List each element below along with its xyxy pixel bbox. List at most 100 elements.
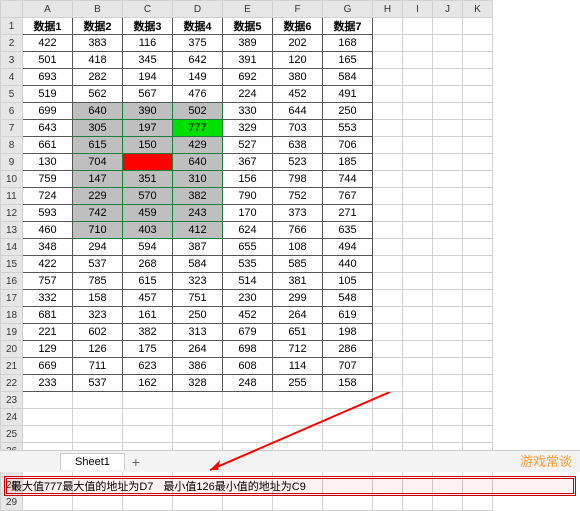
col-header[interactable]: J: [433, 1, 463, 18]
cell[interactable]: 459: [123, 205, 173, 222]
cell[interactable]: [463, 205, 493, 222]
cell[interactable]: 593: [23, 205, 73, 222]
cell[interactable]: 299: [273, 290, 323, 307]
cell[interactable]: 692: [223, 69, 273, 86]
cell[interactable]: 752: [273, 188, 323, 205]
cell[interactable]: 162: [123, 375, 173, 392]
cell[interactable]: [403, 341, 433, 358]
cell[interactable]: [433, 35, 463, 52]
cell[interactable]: 790: [223, 188, 273, 205]
cell[interactable]: 608: [223, 358, 273, 375]
row-header[interactable]: 10: [1, 171, 23, 188]
sheet-tab[interactable]: Sheet1: [60, 453, 125, 470]
cell[interactable]: [73, 426, 123, 443]
row-header[interactable]: 6: [1, 103, 23, 120]
cell[interactable]: [463, 256, 493, 273]
cell[interactable]: [403, 171, 433, 188]
cell[interactable]: 757: [23, 273, 73, 290]
cell[interactable]: [433, 120, 463, 137]
cell[interactable]: 116: [123, 35, 173, 52]
cell[interactable]: 602: [73, 324, 123, 341]
cell[interactable]: 332: [23, 290, 73, 307]
cell[interactable]: [123, 409, 173, 426]
cell[interactable]: [273, 494, 323, 511]
row-header[interactable]: 12: [1, 205, 23, 222]
col-header[interactable]: D: [173, 1, 223, 18]
cell[interactable]: [373, 307, 403, 324]
row-header[interactable]: 1: [1, 18, 23, 35]
cell[interactable]: [373, 341, 403, 358]
cell[interactable]: [403, 494, 433, 511]
cell[interactable]: 305: [73, 120, 123, 137]
cell[interactable]: [463, 69, 493, 86]
cell[interactable]: 323: [73, 307, 123, 324]
cell[interactable]: [403, 35, 433, 52]
cell[interactable]: 440: [323, 256, 373, 273]
row-header[interactable]: 2: [1, 35, 23, 52]
cell[interactable]: 584: [323, 69, 373, 86]
cell[interactable]: [323, 392, 373, 409]
cell[interactable]: [403, 324, 433, 341]
cell[interactable]: [433, 239, 463, 256]
cell[interactable]: [373, 324, 403, 341]
cell[interactable]: [373, 35, 403, 52]
cell[interactable]: 313: [173, 324, 223, 341]
cell[interactable]: [403, 239, 433, 256]
cell[interactable]: 704: [73, 154, 123, 171]
col-header[interactable]: K: [463, 1, 493, 18]
cell[interactable]: [403, 426, 433, 443]
cell[interactable]: [433, 375, 463, 392]
cell[interactable]: [463, 239, 493, 256]
cell[interactable]: [433, 103, 463, 120]
cell[interactable]: [373, 494, 403, 511]
cell[interactable]: 286: [323, 341, 373, 358]
cell[interactable]: [373, 86, 403, 103]
cell[interactable]: [403, 307, 433, 324]
cell[interactable]: 282: [73, 69, 123, 86]
cell[interactable]: 767: [323, 188, 373, 205]
cell[interactable]: [173, 426, 223, 443]
cell[interactable]: [433, 222, 463, 239]
cell[interactable]: 494: [323, 239, 373, 256]
row-header[interactable]: 24: [1, 409, 23, 426]
cell[interactable]: [433, 307, 463, 324]
cell[interactable]: 389: [223, 35, 273, 52]
cell[interactable]: 623: [123, 358, 173, 375]
cell[interactable]: 514: [223, 273, 273, 290]
row-header[interactable]: 7: [1, 120, 23, 137]
cell[interactable]: [463, 392, 493, 409]
cell[interactable]: [403, 120, 433, 137]
cell[interactable]: [173, 494, 223, 511]
cell[interactable]: [403, 69, 433, 86]
cell[interactable]: 345: [123, 52, 173, 69]
cell[interactable]: 数据4: [173, 18, 223, 35]
cell[interactable]: 数据3: [123, 18, 173, 35]
cell[interactable]: [323, 409, 373, 426]
cell[interactable]: 294: [73, 239, 123, 256]
cell[interactable]: [463, 307, 493, 324]
row-header[interactable]: 25: [1, 426, 23, 443]
cell[interactable]: [433, 171, 463, 188]
cell[interactable]: [223, 426, 273, 443]
cell[interactable]: [463, 426, 493, 443]
cell[interactable]: [373, 154, 403, 171]
cell[interactable]: [433, 154, 463, 171]
cell[interactable]: 233: [23, 375, 73, 392]
cell[interactable]: 519: [23, 86, 73, 103]
cell[interactable]: [23, 494, 73, 511]
row-header[interactable]: 4: [1, 69, 23, 86]
cell[interactable]: 271: [323, 205, 373, 222]
cell[interactable]: 422: [23, 35, 73, 52]
row-header[interactable]: 21: [1, 358, 23, 375]
cell[interactable]: [403, 290, 433, 307]
cell[interactable]: 638: [273, 137, 323, 154]
cell[interactable]: 798: [273, 171, 323, 188]
cell[interactable]: 429: [173, 137, 223, 154]
row-header[interactable]: 9: [1, 154, 23, 171]
cell[interactable]: [373, 120, 403, 137]
cell[interactable]: [433, 409, 463, 426]
cell[interactable]: [433, 69, 463, 86]
spreadsheet-grid[interactable]: ABCDEFGHIJK1数据1数据2数据3数据4数据5数据6数据72422383…: [0, 0, 580, 511]
cell[interactable]: [403, 409, 433, 426]
cell[interactable]: 585: [273, 256, 323, 273]
